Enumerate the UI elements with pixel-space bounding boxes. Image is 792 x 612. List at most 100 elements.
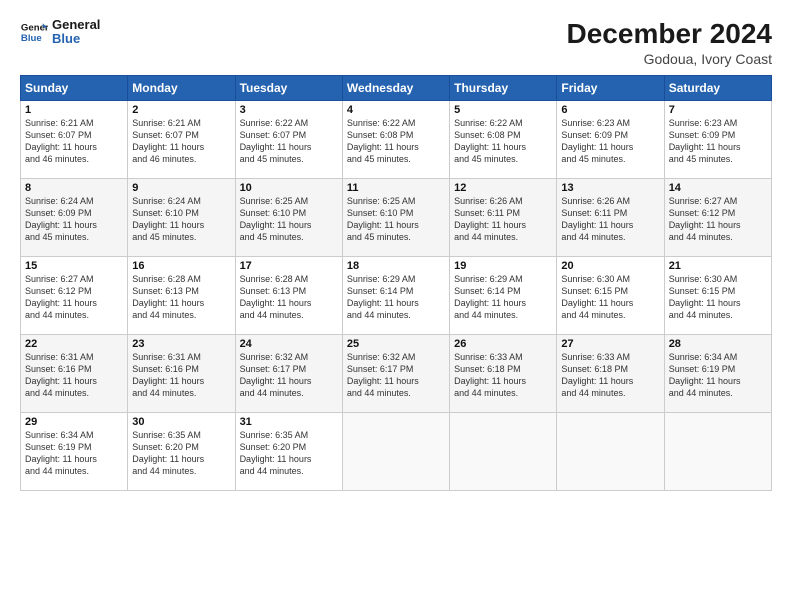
- calendar-cell: 29Sunrise: 6:34 AM Sunset: 6:19 PM Dayli…: [21, 413, 128, 491]
- day-info: Sunrise: 6:26 AM Sunset: 6:11 PM Dayligh…: [561, 195, 659, 244]
- day-info: Sunrise: 6:21 AM Sunset: 6:07 PM Dayligh…: [132, 117, 230, 166]
- day-number: 21: [669, 260, 767, 272]
- calendar-cell: 13Sunrise: 6:26 AM Sunset: 6:11 PM Dayli…: [557, 179, 664, 257]
- day-number: 28: [669, 338, 767, 350]
- calendar-cell: 10Sunrise: 6:25 AM Sunset: 6:10 PM Dayli…: [235, 179, 342, 257]
- calendar-cell: 27Sunrise: 6:33 AM Sunset: 6:18 PM Dayli…: [557, 335, 664, 413]
- day-info: Sunrise: 6:25 AM Sunset: 6:10 PM Dayligh…: [347, 195, 445, 244]
- day-info: Sunrise: 6:31 AM Sunset: 6:16 PM Dayligh…: [25, 351, 123, 400]
- day-info: Sunrise: 6:27 AM Sunset: 6:12 PM Dayligh…: [669, 195, 767, 244]
- day-info: Sunrise: 6:23 AM Sunset: 6:09 PM Dayligh…: [669, 117, 767, 166]
- day-info: Sunrise: 6:34 AM Sunset: 6:19 PM Dayligh…: [669, 351, 767, 400]
- day-number: 10: [240, 182, 338, 194]
- calendar-week-4: 22Sunrise: 6:31 AM Sunset: 6:16 PM Dayli…: [21, 335, 772, 413]
- calendar-cell: 3Sunrise: 6:22 AM Sunset: 6:07 PM Daylig…: [235, 101, 342, 179]
- weekday-header-saturday: Saturday: [664, 76, 771, 101]
- day-number: 6: [561, 104, 659, 116]
- calendar-cell: 5Sunrise: 6:22 AM Sunset: 6:08 PM Daylig…: [450, 101, 557, 179]
- day-info: Sunrise: 6:31 AM Sunset: 6:16 PM Dayligh…: [132, 351, 230, 400]
- day-info: Sunrise: 6:24 AM Sunset: 6:10 PM Dayligh…: [132, 195, 230, 244]
- subtitle: Godoua, Ivory Coast: [567, 51, 772, 67]
- day-number: 9: [132, 182, 230, 194]
- weekday-header-row: SundayMondayTuesdayWednesdayThursdayFrid…: [21, 76, 772, 101]
- day-info: Sunrise: 6:26 AM Sunset: 6:11 PM Dayligh…: [454, 195, 552, 244]
- day-number: 14: [669, 182, 767, 194]
- logo-line2: Blue: [52, 32, 100, 46]
- day-number: 15: [25, 260, 123, 272]
- calendar-cell: 11Sunrise: 6:25 AM Sunset: 6:10 PM Dayli…: [342, 179, 449, 257]
- page: General Blue General Blue December 2024 …: [0, 0, 792, 612]
- day-info: Sunrise: 6:22 AM Sunset: 6:08 PM Dayligh…: [347, 117, 445, 166]
- calendar-week-2: 8Sunrise: 6:24 AM Sunset: 6:09 PM Daylig…: [21, 179, 772, 257]
- calendar-cell: 1Sunrise: 6:21 AM Sunset: 6:07 PM Daylig…: [21, 101, 128, 179]
- day-info: Sunrise: 6:33 AM Sunset: 6:18 PM Dayligh…: [454, 351, 552, 400]
- weekday-header-thursday: Thursday: [450, 76, 557, 101]
- calendar-cell: 20Sunrise: 6:30 AM Sunset: 6:15 PM Dayli…: [557, 257, 664, 335]
- day-number: 5: [454, 104, 552, 116]
- day-info: Sunrise: 6:34 AM Sunset: 6:19 PM Dayligh…: [25, 429, 123, 478]
- calendar-week-5: 29Sunrise: 6:34 AM Sunset: 6:19 PM Dayli…: [21, 413, 772, 491]
- day-number: 17: [240, 260, 338, 272]
- logo: General Blue General Blue: [20, 18, 100, 47]
- day-info: Sunrise: 6:30 AM Sunset: 6:15 PM Dayligh…: [669, 273, 767, 322]
- day-info: Sunrise: 6:32 AM Sunset: 6:17 PM Dayligh…: [347, 351, 445, 400]
- day-info: Sunrise: 6:29 AM Sunset: 6:14 PM Dayligh…: [454, 273, 552, 322]
- svg-text:General: General: [21, 23, 48, 34]
- day-info: Sunrise: 6:35 AM Sunset: 6:20 PM Dayligh…: [240, 429, 338, 478]
- day-number: 20: [561, 260, 659, 272]
- calendar-cell: 31Sunrise: 6:35 AM Sunset: 6:20 PM Dayli…: [235, 413, 342, 491]
- day-number: 11: [347, 182, 445, 194]
- weekday-header-monday: Monday: [128, 76, 235, 101]
- day-number: 7: [669, 104, 767, 116]
- calendar-cell: 12Sunrise: 6:26 AM Sunset: 6:11 PM Dayli…: [450, 179, 557, 257]
- calendar-cell: 14Sunrise: 6:27 AM Sunset: 6:12 PM Dayli…: [664, 179, 771, 257]
- calendar-cell: [664, 413, 771, 491]
- calendar-cell: [450, 413, 557, 491]
- weekday-header-wednesday: Wednesday: [342, 76, 449, 101]
- weekday-header-sunday: Sunday: [21, 76, 128, 101]
- day-number: 23: [132, 338, 230, 350]
- calendar-table: SundayMondayTuesdayWednesdayThursdayFrid…: [20, 75, 772, 491]
- calendar-cell: 16Sunrise: 6:28 AM Sunset: 6:13 PM Dayli…: [128, 257, 235, 335]
- weekday-header-friday: Friday: [557, 76, 664, 101]
- calendar-week-1: 1Sunrise: 6:21 AM Sunset: 6:07 PM Daylig…: [21, 101, 772, 179]
- day-number: 22: [25, 338, 123, 350]
- main-title: December 2024: [567, 18, 772, 50]
- day-info: Sunrise: 6:27 AM Sunset: 6:12 PM Dayligh…: [25, 273, 123, 322]
- day-info: Sunrise: 6:35 AM Sunset: 6:20 PM Dayligh…: [132, 429, 230, 478]
- svg-text:Blue: Blue: [21, 33, 42, 44]
- day-number: 12: [454, 182, 552, 194]
- title-area: December 2024 Godoua, Ivory Coast: [567, 18, 772, 67]
- day-number: 8: [25, 182, 123, 194]
- calendar-cell: 28Sunrise: 6:34 AM Sunset: 6:19 PM Dayli…: [664, 335, 771, 413]
- day-info: Sunrise: 6:23 AM Sunset: 6:09 PM Dayligh…: [561, 117, 659, 166]
- day-info: Sunrise: 6:30 AM Sunset: 6:15 PM Dayligh…: [561, 273, 659, 322]
- weekday-header-tuesday: Tuesday: [235, 76, 342, 101]
- day-number: 19: [454, 260, 552, 272]
- day-info: Sunrise: 6:22 AM Sunset: 6:07 PM Dayligh…: [240, 117, 338, 166]
- calendar-cell: 25Sunrise: 6:32 AM Sunset: 6:17 PM Dayli…: [342, 335, 449, 413]
- day-info: Sunrise: 6:25 AM Sunset: 6:10 PM Dayligh…: [240, 195, 338, 244]
- calendar-cell: 30Sunrise: 6:35 AM Sunset: 6:20 PM Dayli…: [128, 413, 235, 491]
- calendar-cell: 4Sunrise: 6:22 AM Sunset: 6:08 PM Daylig…: [342, 101, 449, 179]
- calendar-cell: 21Sunrise: 6:30 AM Sunset: 6:15 PM Dayli…: [664, 257, 771, 335]
- day-info: Sunrise: 6:22 AM Sunset: 6:08 PM Dayligh…: [454, 117, 552, 166]
- calendar-cell: 19Sunrise: 6:29 AM Sunset: 6:14 PM Dayli…: [450, 257, 557, 335]
- logo-line1: General: [52, 18, 100, 32]
- day-number: 13: [561, 182, 659, 194]
- day-number: 25: [347, 338, 445, 350]
- calendar-cell: 22Sunrise: 6:31 AM Sunset: 6:16 PM Dayli…: [21, 335, 128, 413]
- day-number: 26: [454, 338, 552, 350]
- logo-icon: General Blue: [20, 18, 48, 46]
- calendar-cell: 7Sunrise: 6:23 AM Sunset: 6:09 PM Daylig…: [664, 101, 771, 179]
- day-info: Sunrise: 6:29 AM Sunset: 6:14 PM Dayligh…: [347, 273, 445, 322]
- calendar-cell: [557, 413, 664, 491]
- day-number: 18: [347, 260, 445, 272]
- calendar-cell: 26Sunrise: 6:33 AM Sunset: 6:18 PM Dayli…: [450, 335, 557, 413]
- day-number: 24: [240, 338, 338, 350]
- day-info: Sunrise: 6:24 AM Sunset: 6:09 PM Dayligh…: [25, 195, 123, 244]
- calendar-cell: 9Sunrise: 6:24 AM Sunset: 6:10 PM Daylig…: [128, 179, 235, 257]
- day-info: Sunrise: 6:28 AM Sunset: 6:13 PM Dayligh…: [240, 273, 338, 322]
- calendar-week-3: 15Sunrise: 6:27 AM Sunset: 6:12 PM Dayli…: [21, 257, 772, 335]
- calendar-cell: 23Sunrise: 6:31 AM Sunset: 6:16 PM Dayli…: [128, 335, 235, 413]
